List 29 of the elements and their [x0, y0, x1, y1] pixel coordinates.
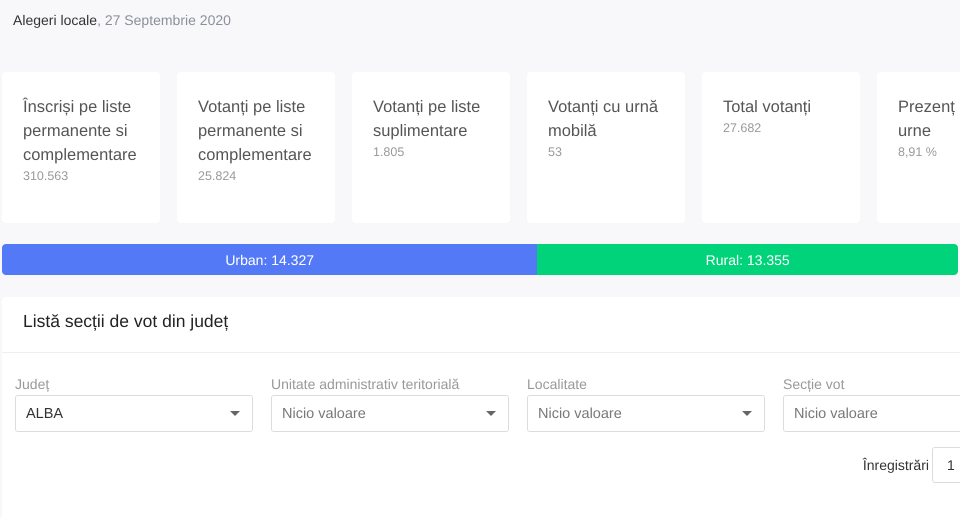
stat-title: Prezenț urne [898, 97, 956, 142]
entries-field[interactable]: 1 [932, 447, 960, 483]
select-field[interactable]: Nicio valoare [527, 395, 765, 432]
stat-value: 8,91 % [898, 145, 938, 159]
panel-title: Listă secții de vot din județ [22, 310, 230, 333]
caret-icon [742, 411, 752, 416]
page-title: Alegeri locale, 27 Septembrie 2020 [12, 11, 232, 30]
filter-label: Unitate administrativ teritorială [271, 376, 460, 394]
caret-icon [230, 411, 240, 416]
select-field[interactable]: ALBA [15, 395, 253, 432]
select-field[interactable]: Nicio valoare [783, 395, 960, 432]
stat-title: Votanți pe liste permanente si complementare [198, 97, 313, 166]
stat-value: 25.824 [198, 169, 238, 183]
share-segment: Rural: 13.355 [537, 244, 958, 275]
select-field[interactable]: Nicio valoare [271, 395, 509, 432]
filter-label: Localitate [527, 376, 588, 394]
stat-title: Votanți cu urnă mobilă [548, 97, 660, 142]
caret-icon [486, 411, 496, 416]
filter-label: Secție vot [783, 376, 846, 394]
filter-label: Județ [15, 376, 50, 394]
stat-value: 27.682 [723, 121, 762, 135]
stat-value: 53 [548, 145, 563, 159]
stat-title: Votanți pe liste suplimentare [373, 97, 482, 142]
stat-title: Înscriși pe liste permanente si complementare [23, 96, 138, 166]
stat-value: 1.805 [373, 145, 406, 159]
stat-title: Total votanți [723, 97, 812, 118]
share-segment: Urban: 14.327 [2, 244, 538, 275]
entries-label: Înregistrări [862, 457, 929, 473]
stat-value: 310.563 [23, 169, 70, 183]
